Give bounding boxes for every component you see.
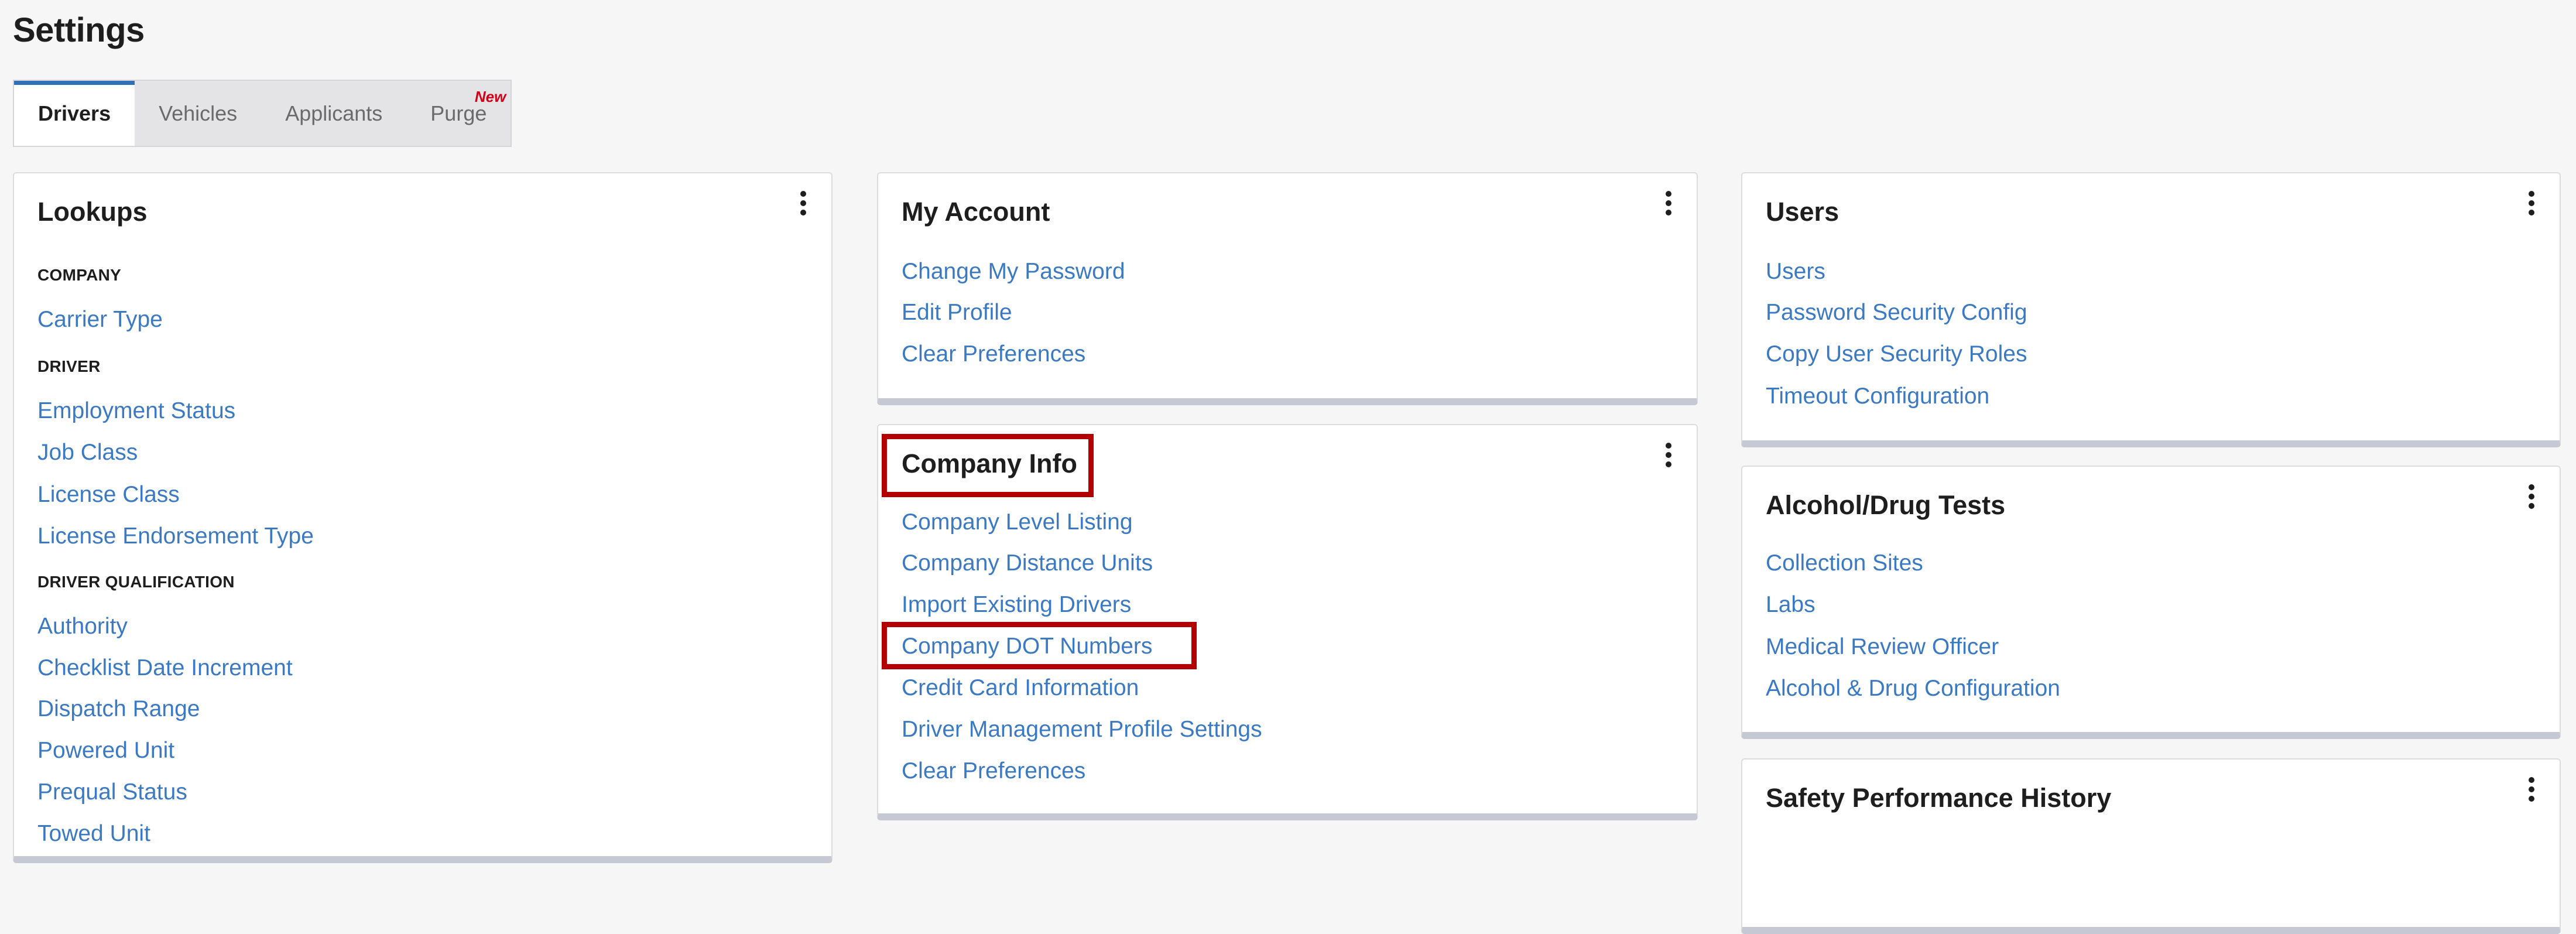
section-driver-qualification: DRIVER QUALIFICATION (37, 573, 235, 591)
my-account-more-options-icon[interactable] (1663, 189, 1674, 218)
company-info-more-options-icon[interactable] (1663, 440, 1674, 470)
lookups-card: Lookups COMPANY Carrier Type DRIVER Empl… (13, 172, 833, 863)
safety-performance-history-title: Safety Performance History (1766, 783, 2112, 813)
link-checklist-date-increment[interactable]: Checklist Date Increment (37, 655, 293, 681)
link-dispatch-range[interactable]: Dispatch Range (37, 696, 200, 722)
link-license-endorsement-type[interactable]: License Endorsement Type (37, 524, 314, 549)
link-towed-unit[interactable]: Towed Unit (37, 821, 150, 847)
link-driver-management-profile-settings[interactable]: Driver Management Profile Settings (902, 717, 1262, 743)
tab-vehicles[interactable]: Vehicles (135, 81, 261, 146)
safety-performance-history-card: Safety Performance History (1741, 758, 2561, 934)
link-authority[interactable]: Authority (37, 614, 128, 639)
link-copy-user-security-roles[interactable]: Copy User Security Roles (1766, 341, 2027, 367)
tab-drivers[interactable]: Drivers (14, 81, 135, 146)
link-password-security-config[interactable]: Password Security Config (1766, 300, 2027, 326)
safety-performance-history-more-options-icon[interactable] (2526, 775, 2537, 804)
link-collection-sites[interactable]: Collection Sites (1766, 550, 1923, 576)
link-company-level-listing[interactable]: Company Level Listing (902, 509, 1133, 535)
link-import-existing-drivers[interactable]: Import Existing Drivers (902, 592, 1131, 618)
link-credit-card-information[interactable]: Credit Card Information (902, 675, 1139, 701)
link-company-clear-preferences[interactable]: Clear Preferences (902, 758, 1085, 784)
link-medical-review-officer[interactable]: Medical Review Officer (1766, 634, 1999, 660)
link-license-class[interactable]: License Class (37, 482, 180, 508)
alcohol-drug-tests-title: Alcohol/Drug Tests (1766, 490, 2006, 520)
page-title: Settings (13, 11, 145, 49)
users-more-options-icon[interactable] (2526, 189, 2537, 218)
link-job-class[interactable]: Job Class (37, 440, 138, 466)
link-company-dot-numbers[interactable]: Company DOT Numbers (902, 634, 1152, 659)
tab-purge[interactable]: Purge New (406, 81, 511, 146)
users-card: Users Users Password Security Config Cop… (1741, 172, 2561, 447)
link-company-distance-units[interactable]: Company Distance Units (902, 550, 1153, 576)
link-employment-status[interactable]: Employment Status (37, 398, 235, 424)
link-change-my-password[interactable]: Change My Password (902, 259, 1125, 285)
link-carrier-type[interactable]: Carrier Type (37, 307, 163, 333)
tab-applicants[interactable]: Applicants (261, 81, 406, 146)
link-powered-unit[interactable]: Powered Unit (37, 738, 174, 764)
new-badge: New (474, 88, 506, 105)
link-users[interactable]: Users (1766, 259, 1825, 285)
my-account-card: My Account Change My Password Edit Profi… (877, 172, 1698, 405)
lookups-more-options-icon[interactable] (797, 189, 809, 218)
link-clear-preferences[interactable]: Clear Preferences (902, 341, 1085, 367)
link-edit-profile[interactable]: Edit Profile (902, 300, 1012, 326)
link-timeout-configuration[interactable]: Timeout Configuration (1766, 384, 1989, 409)
lookups-title: Lookups (37, 197, 148, 227)
link-alcohol-drug-configuration[interactable]: Alcohol & Drug Configuration (1766, 676, 2060, 702)
company-info-title: Company Info (902, 449, 1077, 478)
alcohol-drug-tests-card: Alcohol/Drug Tests Collection Sites Labs… (1741, 466, 2561, 739)
company-info-card: Company Info Company Level Listing Compa… (877, 424, 1698, 820)
my-account-title: My Account (902, 197, 1050, 227)
link-prequal-status[interactable]: Prequal Status (37, 779, 187, 805)
section-driver: DRIVER (37, 357, 101, 375)
users-title: Users (1766, 197, 1839, 227)
link-labs[interactable]: Labs (1766, 592, 1815, 618)
settings-tabs: Drivers Vehicles Applicants Purge New (13, 80, 512, 147)
section-company: COMPANY (37, 266, 122, 284)
alcohol-drug-tests-more-options-icon[interactable] (2526, 482, 2537, 511)
